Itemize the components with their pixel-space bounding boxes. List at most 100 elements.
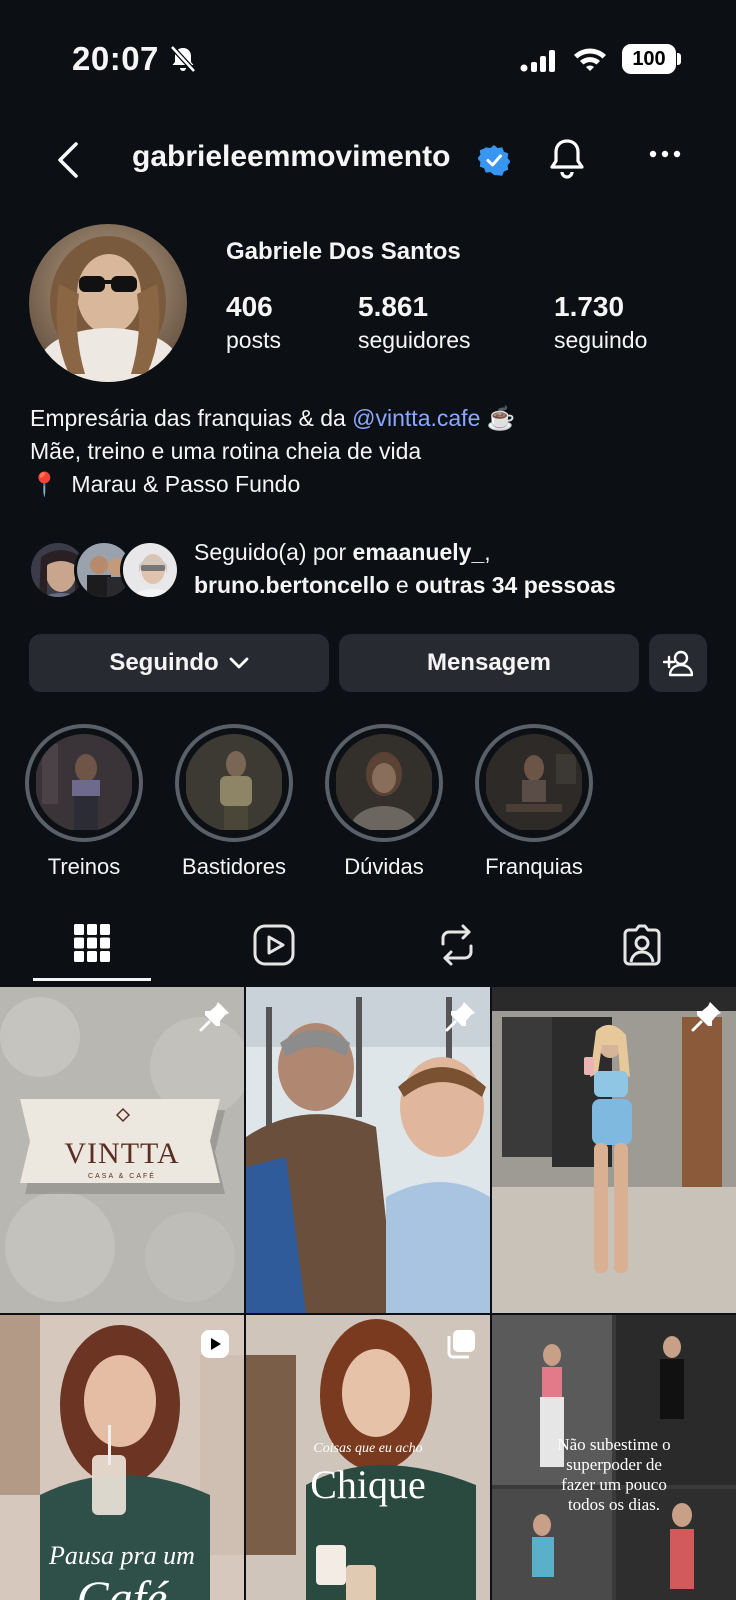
followed-by-text: Seguido(a) por emaanuely_, bruno.bertonc… [194, 536, 616, 602]
battery-nub [677, 53, 681, 65]
username-title: gabrieleemmovimento [132, 140, 451, 173]
bio-line-1-text: Empresária das franquias & da [30, 405, 353, 431]
profile-tabs [0, 904, 736, 984]
post-tile[interactable]: Coisas que eu acho Chique [246, 1315, 490, 1600]
post-tile[interactable] [492, 987, 736, 1313]
notifications-bell-icon[interactable] [546, 136, 588, 182]
highlight-label: Franquias [485, 854, 583, 879]
highlight-cover [185, 734, 283, 832]
posts-count-value: 406 [226, 291, 273, 322]
grid-icon [74, 924, 110, 962]
reels-icon [253, 924, 295, 966]
repost-icon [441, 924, 473, 966]
clock: 20:07 [72, 40, 159, 77]
coffee-emoji: ☕ [486, 405, 516, 431]
coffee-post-line2: Café [76, 1572, 168, 1600]
vintta-logo-text: VINTTA [64, 1137, 180, 1170]
highlight-cover [485, 734, 583, 832]
highlight-duvidas[interactable]: Dúvidas [325, 724, 443, 880]
chevron-down-icon [229, 657, 249, 669]
profile-full-name: Gabriele Dos Santos [226, 238, 461, 265]
followers-count[interactable]: 5.861 seguidores [358, 290, 471, 356]
following-button-label: Seguindo [109, 649, 219, 676]
active-tab-indicator [33, 978, 151, 981]
suggest-people-button[interactable] [649, 634, 707, 692]
carousel-icon [447, 1330, 475, 1359]
pin-emoji: 📍 [30, 471, 59, 497]
mutual-avatar-3 [120, 540, 180, 600]
tab-reels[interactable] [215, 904, 333, 984]
highlight-label: Dúvidas [344, 854, 424, 879]
battery-indicator: 100 [622, 44, 676, 74]
gym-post-line3: fazer um pouco [561, 1475, 667, 1494]
avatar-photo [29, 224, 187, 382]
bio-location: Marau & Passo Fundo [71, 471, 301, 497]
post-image-father-son [246, 987, 490, 1313]
post-tile[interactable]: Pausa pra um Café [0, 1315, 244, 1600]
pin-icon [445, 1002, 475, 1032]
message-button-label: Mensagem [426, 649, 552, 676]
highlight-ring [325, 724, 443, 842]
mutual-others[interactable]: outras 34 pessoas [415, 572, 616, 598]
posts-count[interactable]: 406 posts [226, 290, 281, 356]
highlight-cover [335, 734, 433, 832]
profile-bio: Empresária das franquias & da @vintta.ca… [30, 402, 710, 501]
highlight-cover [35, 734, 133, 832]
followed-by-prefix: Seguido(a) por [194, 539, 353, 565]
followed-by[interactable]: Seguido(a) por emaanuely_, bruno.bertonc… [28, 536, 718, 604]
following-count[interactable]: 1.730 seguindo [554, 290, 647, 356]
highlight-ring [25, 724, 143, 842]
bio-line-3: 📍 Marau & Passo Fundo [30, 468, 710, 501]
following-button[interactable]: Seguindo [29, 634, 329, 692]
vintta-logo-sub: CASA & CAFÉ [88, 1173, 156, 1180]
more-options-icon[interactable] [648, 148, 682, 160]
mutual-user-2[interactable]: bruno.bertoncello [194, 572, 390, 598]
posts-count-label: posts [226, 327, 281, 353]
gym-post-quote: Não subestime o superpoder de fazer um p… [492, 1435, 736, 1515]
highlight-label: Bastidores [182, 854, 286, 879]
highlight-franquias[interactable]: Franquias [475, 724, 593, 880]
followed-by-conjunction: e [389, 572, 416, 598]
gym-post-line2: superpoder de [566, 1455, 662, 1474]
profile-avatar[interactable] [29, 224, 187, 382]
post-image-gym-mirror [492, 987, 736, 1313]
followers-count-label: seguidores [358, 327, 471, 353]
highlight-treinos[interactable]: Treinos [25, 724, 143, 880]
profile-header: gabrieleemmovimento [0, 130, 736, 190]
wifi-icon [574, 48, 606, 71]
mutual-user-1[interactable]: emaanuely_ [353, 539, 485, 565]
bio-line-2: Mãe, treino e uma rotina cheia de vida [30, 438, 422, 464]
pin-icon [199, 1002, 229, 1032]
pin-icon [691, 1002, 721, 1032]
bell-muted-icon [170, 45, 196, 73]
tab-posts-grid[interactable] [33, 904, 151, 984]
chique-post-small: Coisas que eu acho [313, 1441, 423, 1456]
tab-reposts[interactable] [398, 904, 516, 984]
chique-post-big: Chique [310, 1462, 426, 1507]
coffee-post-line1: Pausa pra um [49, 1541, 195, 1570]
bio-line-1: Empresária das franquias & da @vintta.ca… [30, 402, 710, 435]
post-tile[interactable] [246, 987, 490, 1313]
message-button[interactable]: Mensagem [339, 634, 639, 692]
bio-mention-link[interactable]: @vintta.cafe [352, 405, 480, 431]
reel-badge-icon [201, 1330, 229, 1358]
post-tile[interactable]: Não subestime o superpoder de fazer um p… [492, 1315, 736, 1600]
tagged-person-icon [623, 924, 661, 966]
followers-count-value: 5.861 [358, 291, 429, 322]
tab-tagged[interactable] [583, 904, 701, 984]
highlight-ring [475, 724, 593, 842]
gym-post-line4: todos os dias. [567, 1495, 661, 1514]
add-person-icon [663, 650, 693, 677]
highlight-bastidores[interactable]: Bastidores [175, 724, 293, 880]
verified-badge-icon [478, 145, 510, 176]
highlight-ring [175, 724, 293, 842]
following-count-value: 1.730 [554, 291, 625, 322]
gym-post-line1: Não subestime o [557, 1435, 671, 1454]
followed-by-comma: , [484, 539, 491, 565]
following-count-label: seguindo [554, 327, 648, 353]
post-tile[interactable]: VINTTA CASA & CAFÉ [0, 987, 244, 1313]
status-bar: 20:07 100 [0, 0, 736, 110]
cellular-signal-icon [520, 50, 555, 72]
back-arrow-icon[interactable] [52, 138, 88, 182]
highlight-label: Treinos [47, 854, 121, 879]
